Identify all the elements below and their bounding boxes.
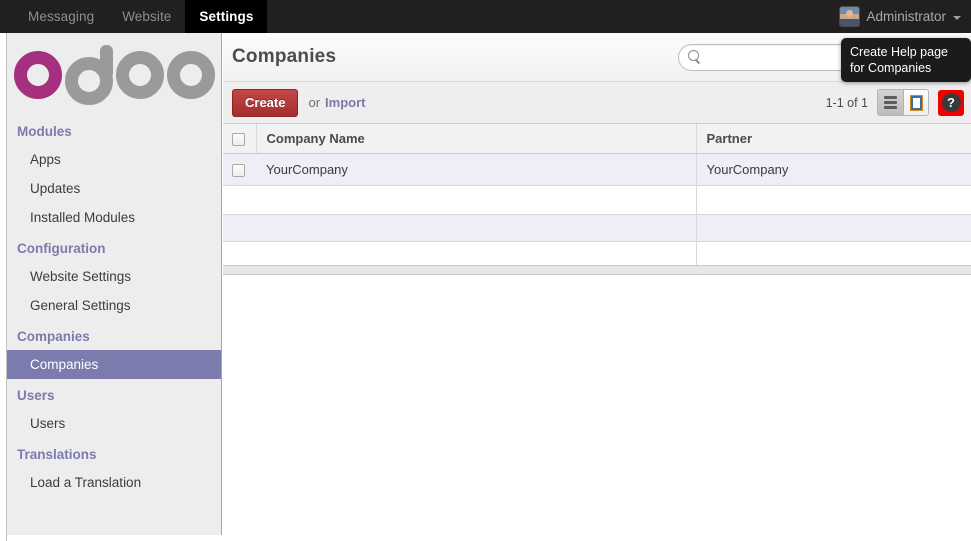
pager-label: 1-1 of 1 (826, 96, 868, 110)
nav-item-label: Website (122, 9, 171, 24)
row-select-cell (223, 153, 256, 185)
sidebar-menu: Modules Apps Updates Installed Modules C… (7, 111, 221, 497)
table-body: YourCompany YourCompany (223, 153, 971, 265)
page-title: Companies (232, 46, 336, 68)
or-label: or (308, 95, 320, 110)
import-link[interactable]: Import (325, 95, 365, 110)
sidebar: Modules Apps Updates Installed Modules C… (7, 33, 222, 535)
toolbar-right-group: 1-1 of 1 ? (826, 89, 964, 116)
sidebar-item-companies[interactable]: Companies (7, 350, 221, 379)
sidebar-item-website-settings[interactable]: Website Settings (7, 262, 221, 291)
odoo-logo[interactable] (7, 33, 221, 111)
view-switcher (877, 89, 929, 116)
odoo-backend-window: Messaging Website Settings Administrator (0, 0, 971, 541)
sidebar-section-modules: Modules (7, 115, 221, 145)
list-footer-bar (223, 266, 971, 275)
nav-item-label: Settings (199, 9, 253, 24)
sidebar-item-updates[interactable]: Updates (7, 174, 221, 203)
user-name-label: Administrator (866, 9, 946, 24)
nav-item-label: Messaging (28, 9, 94, 24)
top-navbar: Messaging Website Settings Administrator (0, 0, 971, 33)
sidebar-item-apps[interactable]: Apps (7, 145, 221, 174)
user-photo-avatar (840, 7, 859, 26)
select-all-checkbox[interactable] (232, 133, 245, 146)
table-row[interactable]: YourCompany YourCompany (223, 153, 971, 185)
table-empty-row (223, 214, 971, 241)
logo-d-bowl (65, 57, 113, 105)
table-header-row: Company Name Partner (223, 124, 971, 153)
cell-partner: YourCompany (696, 153, 971, 185)
sidebar-section-users: Users (7, 379, 221, 409)
logo-letter-d (65, 45, 113, 105)
list-toolbar: Create or Import 1-1 of 1 ? (223, 82, 971, 124)
window-left-gutter (0, 33, 7, 541)
form-view-icon[interactable] (903, 90, 928, 115)
help-button[interactable]: ? (938, 90, 964, 116)
chevron-down-icon (953, 16, 961, 20)
nav-item-settings[interactable]: Settings (185, 0, 267, 33)
sidebar-section-companies: Companies (7, 320, 221, 350)
logo-letter-o-accent (14, 51, 62, 99)
column-header-partner[interactable]: Partner (696, 124, 971, 153)
sidebar-item-load-a-translation[interactable]: Load a Translation (7, 468, 221, 497)
main-content: Companies Create or Import 1-1 of 1 (223, 33, 971, 541)
logo-letter-o-1 (116, 51, 164, 99)
logo-letter-o-2 (167, 51, 215, 99)
select-all-header (223, 124, 256, 153)
table-head: Company Name Partner (223, 124, 971, 153)
help-question-icon: ? (942, 93, 961, 112)
companies-list-table: Company Name Partner YourCompany YourCom… (223, 124, 971, 266)
sidebar-item-general-settings[interactable]: General Settings (7, 291, 221, 320)
nav-item-website[interactable]: Website (108, 0, 185, 33)
navbar-menu: Messaging Website Settings (14, 0, 267, 33)
help-tooltip: Create Help page for Companies (841, 38, 971, 82)
sidebar-section-configuration: Configuration (7, 232, 221, 262)
nav-item-messaging[interactable]: Messaging (14, 0, 108, 33)
user-menu[interactable]: Administrator (840, 0, 971, 33)
sidebar-section-translations: Translations (7, 438, 221, 468)
cell-company-name: YourCompany (256, 153, 696, 185)
row-checkbox[interactable] (232, 164, 245, 177)
sidebar-item-users[interactable]: Users (7, 409, 221, 438)
search-icon (688, 50, 703, 65)
sidebar-item-installed-modules[interactable]: Installed Modules (7, 203, 221, 232)
create-button[interactable]: Create (232, 89, 298, 117)
table-empty-row (223, 185, 971, 214)
list-view-icon[interactable] (878, 90, 903, 115)
column-header-company-name[interactable]: Company Name (256, 124, 696, 153)
table-empty-row (223, 241, 971, 265)
